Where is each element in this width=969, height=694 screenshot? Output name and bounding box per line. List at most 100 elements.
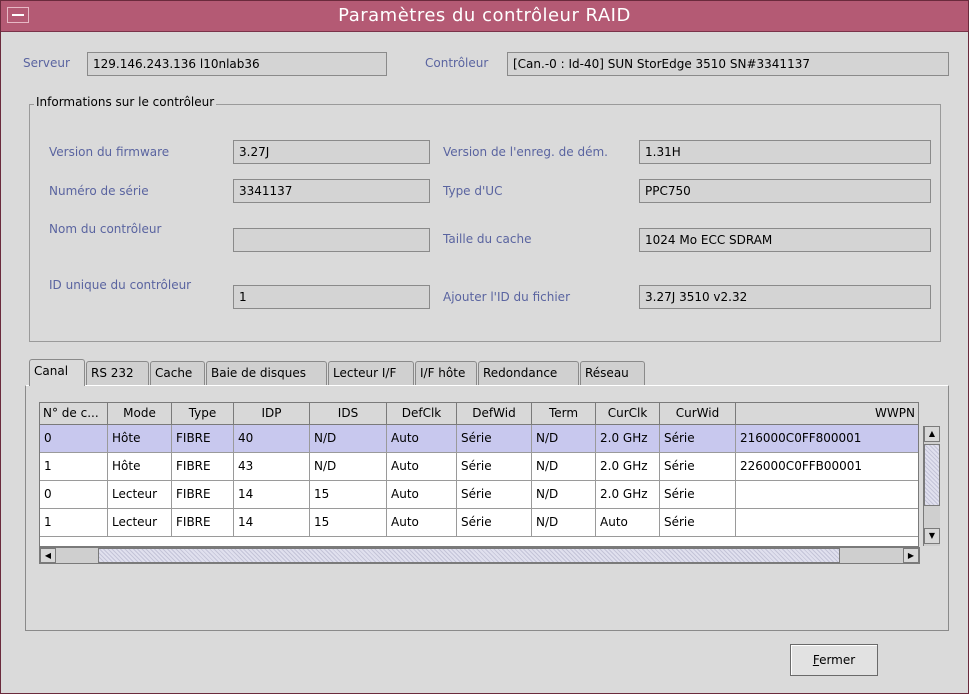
scroll-down-icon[interactable]: ▼ xyxy=(924,528,940,544)
boot-version-label: Version de l'enreg. de dém. xyxy=(443,145,608,159)
table-cell: Lecteur xyxy=(108,481,172,509)
table-cell: N/D xyxy=(310,425,387,453)
column-header-defclk[interactable]: DefClk xyxy=(387,403,457,425)
table-cell: 216000C0FF800001 xyxy=(736,425,918,453)
horizontal-scrollbar[interactable]: ◀ ▶ xyxy=(39,547,920,564)
server-label: Serveur xyxy=(23,56,70,70)
table-cell: 14 xyxy=(234,509,310,537)
table-cell: N/D xyxy=(310,453,387,481)
serial-label: Numéro de série xyxy=(49,184,149,198)
channel-table: N° de c... Mode Type IDP IDS DefClk DefW… xyxy=(39,402,919,547)
table-row[interactable]: 0 Lecteur FIBRE 14 15 Auto Série N/D 2.0… xyxy=(40,481,918,509)
column-header-curclk[interactable]: CurClk xyxy=(596,403,660,425)
table-cell: Lecteur xyxy=(108,509,172,537)
table-header: N° de c... Mode Type IDP IDS DefClk DefW… xyxy=(40,403,918,425)
column-header-idp[interactable]: IDP xyxy=(234,403,310,425)
table-cell: FIBRE xyxy=(172,481,234,509)
table-cell: Série xyxy=(457,481,532,509)
table-cell: FIBRE xyxy=(172,425,234,453)
close-button-label: ermer xyxy=(819,653,856,667)
table-cell: Auto xyxy=(387,509,457,537)
tab-drive-if[interactable]: Lecteur I/F xyxy=(328,361,414,385)
scroll-up-icon[interactable]: ▲ xyxy=(924,426,940,442)
boot-version-field: 1.31H xyxy=(639,140,931,164)
window-title: Paramètres du contrôleur RAID xyxy=(338,5,631,26)
title-bar[interactable]: Paramètres du contrôleur RAID xyxy=(1,1,968,32)
table-cell: Hôte xyxy=(108,453,172,481)
table-cell: Série xyxy=(660,425,736,453)
tab-disk-array[interactable]: Baie de disques xyxy=(206,361,327,385)
vertical-scrollbar[interactable]: ▲ ▼ xyxy=(923,426,940,546)
table-cell: 0 xyxy=(40,481,108,509)
table-cell: Série xyxy=(660,481,736,509)
table-cell: Auto xyxy=(596,509,660,537)
table-cell: N/D xyxy=(532,509,596,537)
table-cell: Série xyxy=(660,453,736,481)
server-field: 129.146.243.136 l10nlab36 xyxy=(87,52,387,76)
tab-network[interactable]: Réseau xyxy=(580,361,645,385)
controller-info-title: Informations sur le contrôleur xyxy=(34,95,217,109)
table-cell: 43 xyxy=(234,453,310,481)
table-cell: 2.0 GHz xyxy=(596,425,660,453)
table-cell: 1 xyxy=(40,453,108,481)
firmware-field: 3.27J xyxy=(233,140,430,164)
table-cell: Hôte xyxy=(108,425,172,453)
table-cell: 0 xyxy=(40,425,108,453)
table-cell: 40 xyxy=(234,425,310,453)
column-header-mode[interactable]: Mode xyxy=(108,403,172,425)
scroll-right-icon[interactable]: ▶ xyxy=(903,548,919,563)
table-cell: Série xyxy=(457,425,532,453)
table-cell: Série xyxy=(660,509,736,537)
controller-label: Contrôleur xyxy=(425,56,489,70)
tab-redundancy[interactable]: Redondance xyxy=(478,361,579,385)
table-cell: 1 xyxy=(40,509,108,537)
column-header-term[interactable]: Term xyxy=(532,403,596,425)
table-cell: Auto xyxy=(387,481,457,509)
file-id-field: 3.27J 3510 v2.32 xyxy=(639,285,931,309)
table-cell: 15 xyxy=(310,509,387,537)
vertical-scroll-thumb[interactable] xyxy=(924,444,940,506)
table-cell: 15 xyxy=(310,481,387,509)
cache-size-field: 1024 Mo ECC SDRAM xyxy=(639,228,931,252)
column-header-channel[interactable]: N° de c... xyxy=(40,403,108,425)
tab-canal[interactable]: Canal xyxy=(29,359,85,386)
table-cell: N/D xyxy=(532,425,596,453)
table-cell: Série xyxy=(457,509,532,537)
column-header-wwpn[interactable]: WWPN xyxy=(736,403,918,425)
table-cell: N/D xyxy=(532,481,596,509)
serial-field: 3341137 xyxy=(233,179,430,203)
close-button[interactable]: Fermer xyxy=(790,644,878,676)
column-header-defwid[interactable]: DefWid xyxy=(457,403,532,425)
table-row[interactable]: 1 Lecteur FIBRE 14 15 Auto Série N/D Aut… xyxy=(40,509,918,537)
horizontal-scroll-thumb[interactable] xyxy=(98,548,840,563)
cache-size-label: Taille du cache xyxy=(443,232,532,246)
unique-id-label: ID unique du contrôleur xyxy=(49,278,192,292)
table-cell: Série xyxy=(457,453,532,481)
controller-name-field xyxy=(233,228,430,252)
column-header-type[interactable]: Type xyxy=(172,403,234,425)
table-cell: Auto xyxy=(387,425,457,453)
firmware-label: Version du firmware xyxy=(49,145,170,159)
scroll-left-icon[interactable]: ◀ xyxy=(40,548,56,563)
cpu-type-label: Type d'UC xyxy=(443,184,503,198)
controller-name-label: Nom du contrôleur xyxy=(49,222,162,236)
file-id-label: Ajouter l'ID du fichier xyxy=(443,290,571,304)
table-row[interactable]: 0 Hôte FIBRE 40 N/D Auto Série N/D 2.0 G… xyxy=(40,425,918,453)
table-cell xyxy=(736,509,918,537)
tab-cache[interactable]: Cache xyxy=(150,361,205,385)
table-cell: Auto xyxy=(387,453,457,481)
table-cell: N/D xyxy=(532,453,596,481)
tab-rs232[interactable]: RS 232 xyxy=(86,361,149,385)
dialog-window: Paramètres du contrôleur RAID Serveur 12… xyxy=(0,0,969,694)
column-header-ids[interactable]: IDS xyxy=(310,403,387,425)
table-cell: 226000C0FFB00001 xyxy=(736,453,918,481)
controller-field: [Can.-0 : Id-40] SUN StorEdge 3510 SN#33… xyxy=(507,52,949,76)
cpu-type-field: PPC750 xyxy=(639,179,931,203)
column-header-curwid[interactable]: CurWid xyxy=(660,403,736,425)
table-cell xyxy=(736,481,918,509)
unique-id-field: 1 xyxy=(233,285,430,309)
table-cell: FIBRE xyxy=(172,509,234,537)
tab-host-if[interactable]: I/F hôte xyxy=(415,361,477,385)
table-row[interactable]: 1 Hôte FIBRE 43 N/D Auto Série N/D 2.0 G… xyxy=(40,453,918,481)
table-cell: 2.0 GHz xyxy=(596,481,660,509)
